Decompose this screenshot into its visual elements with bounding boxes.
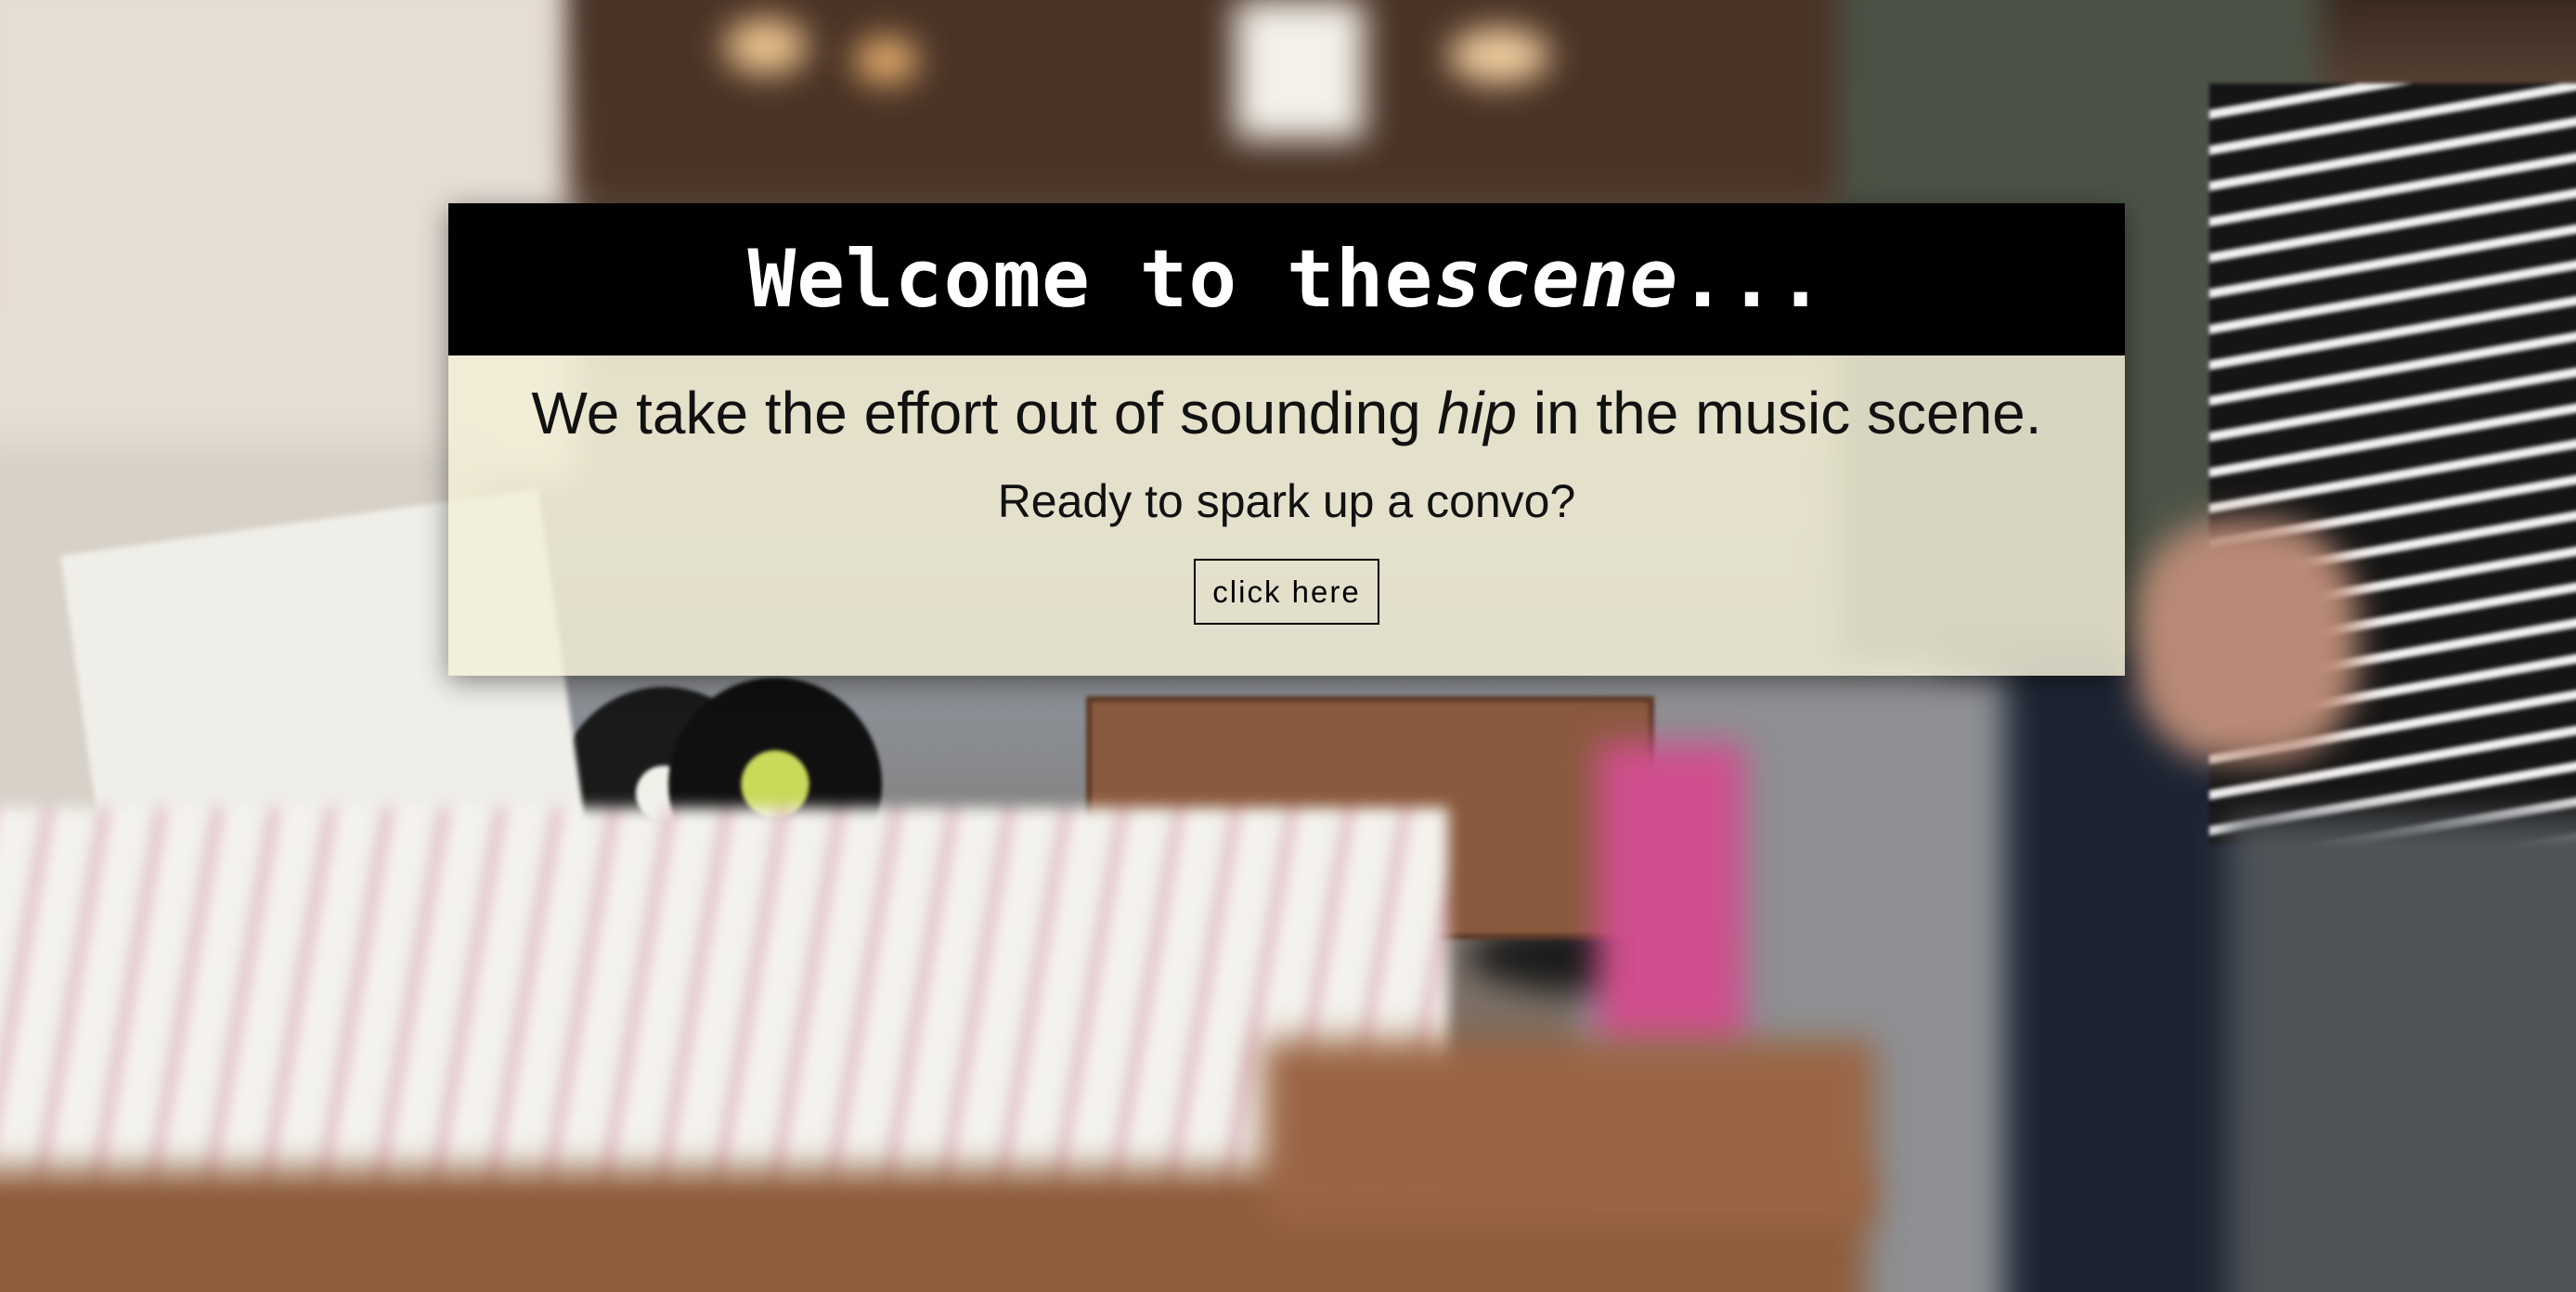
hero-prompt: Ready to spark up a convo? <box>997 474 1576 527</box>
hero-title-suffix: ... <box>1678 233 1826 326</box>
hero-card: Welcome to thescene... We take the effor… <box>448 203 2125 676</box>
hero-subtitle-emphasis: hip <box>1437 380 1517 446</box>
hero-body-panel: We take the effort out of sounding hip i… <box>448 355 2125 676</box>
click-here-button[interactable]: click here <box>1194 558 1379 626</box>
hero-subtitle-before: We take the effort out of sounding <box>531 380 1438 446</box>
hero-title: Welcome to thescene... <box>747 233 1825 326</box>
hero-title-emphasis: scene <box>1433 233 1679 326</box>
hero-subtitle: We take the effort out of sounding hip i… <box>448 378 2125 449</box>
hero-title-bar: Welcome to thescene... <box>448 203 2125 355</box>
hero-subtitle-after: in the music scene. <box>1516 380 2042 446</box>
hero-title-prefix: Welcome to the <box>747 233 1434 326</box>
